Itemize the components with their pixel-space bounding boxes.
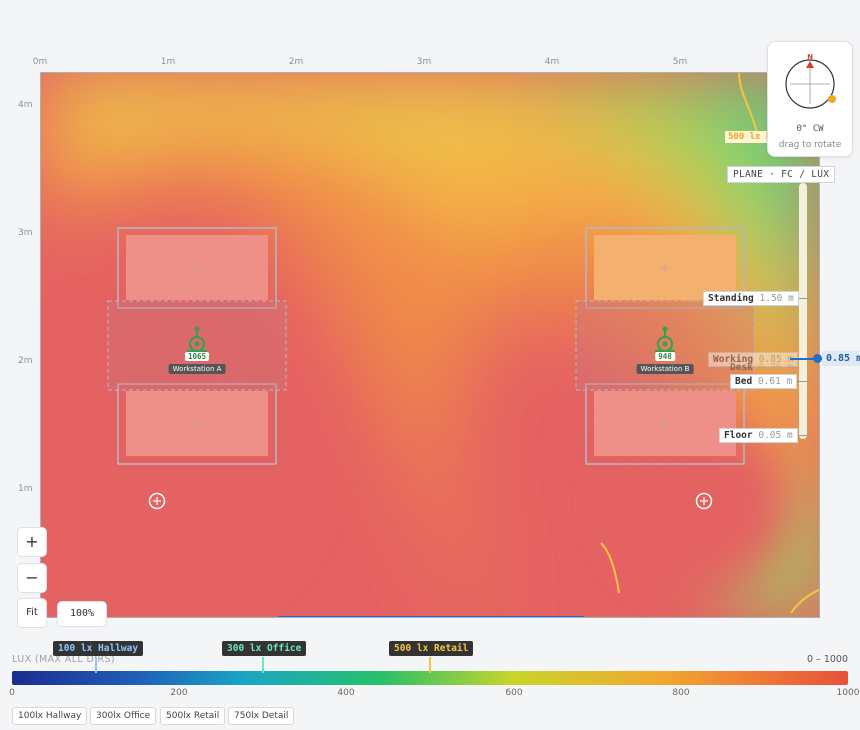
ruler-x-label: 1m [160,57,176,67]
legend-range: 0 – 1000 [806,654,848,665]
preset-button-hallway[interactable]: 100lx Hallway [12,707,88,725]
plane-height-track[interactable] [799,183,807,439]
heatmap-svg [41,73,819,617]
plane-mark-desk[interactable]: Desk 0.76 m [726,361,797,374]
plane-current-height: 0.85 m [822,351,860,366]
plane-title: PLANE · FC / LUX [727,166,836,183]
threshold-badge[interactable]: 100 lx Hallway [53,641,144,656]
compass-icon: N [785,53,836,109]
legend-tick: 600 [505,688,523,698]
fit-button[interactable]: Fit [17,598,47,628]
plane-mark-bed[interactable]: Bed 0.61 m [730,374,798,389]
zoom-out-button[interactable]: − [17,563,47,593]
workstation-label: Workstation A [168,364,226,374]
ruler-x-label: 2m [288,57,304,67]
plane-mark-value: 0.76 m [758,362,793,373]
plane-mark-floor[interactable]: Floor 0.05 m [719,428,798,443]
ruler-x-label: 3m [416,57,432,67]
workstation-value: 1065 [184,352,210,361]
plane-mark-value: 0.05 m [758,430,793,441]
plane-mark-name: Standing [708,293,754,304]
preset-button-office[interactable]: 300lx Office [90,707,157,725]
compass-hint: drag to rotate [778,140,842,150]
workstation-value: 948 [655,352,675,361]
legend-gradient [12,671,848,685]
compass-rotation: 0° CW [796,124,824,134]
legend-tick: 0 [9,688,15,698]
plane-mark-name: Desk [730,362,753,373]
legend-tick: 800 [672,688,690,698]
threshold-line [95,657,97,673]
ruler-y-label: 1m [18,484,33,494]
ruler-y-label: 2m [18,356,33,366]
preset-button-detail[interactable]: 750lx Detail [228,707,295,725]
preset-button-retail[interactable]: 500lx Retail [160,707,226,725]
zoom-in-button[interactable]: + [17,527,47,557]
ruler-x-label: 4m [544,57,560,67]
threshold-badge[interactable]: 300 lx Office [222,641,307,656]
ruler-y-label: 3m [18,228,33,238]
compass-widget[interactable]: N 0° CW drag to rotate [767,41,853,157]
workstation-label: Workstation B [636,364,694,374]
threshold-line [262,657,264,673]
plane-tick [796,381,810,382]
compass-north: N [807,53,813,61]
heatmap-canvas[interactable]: 1065 Workstation A 948 Workstation B 500… [40,72,820,618]
plane-mark-name: Bed [735,376,753,387]
plane-handle-knob[interactable] [813,354,822,363]
ruler-y-label: 4m [18,100,33,110]
legend-tick: 200 [170,688,188,698]
legend-tick: 400 [337,688,355,698]
ruler-x-label: 5m [672,57,688,67]
legend-tick: 1000 [836,688,860,698]
ruler-x-label: 0m [32,57,48,67]
plane-mark-value: 0.61 m [757,376,793,387]
threshold-badge[interactable]: 500 lx Retail [389,641,474,656]
plane-tick [796,435,810,436]
plane-mark-value: 1.50 m [759,293,794,304]
plane-mark-standing[interactable]: Standing 1.50 m [703,291,799,306]
threshold-line [429,657,431,673]
zoom-level: 100% [57,601,107,627]
plane-mark-name: Floor [724,430,753,441]
